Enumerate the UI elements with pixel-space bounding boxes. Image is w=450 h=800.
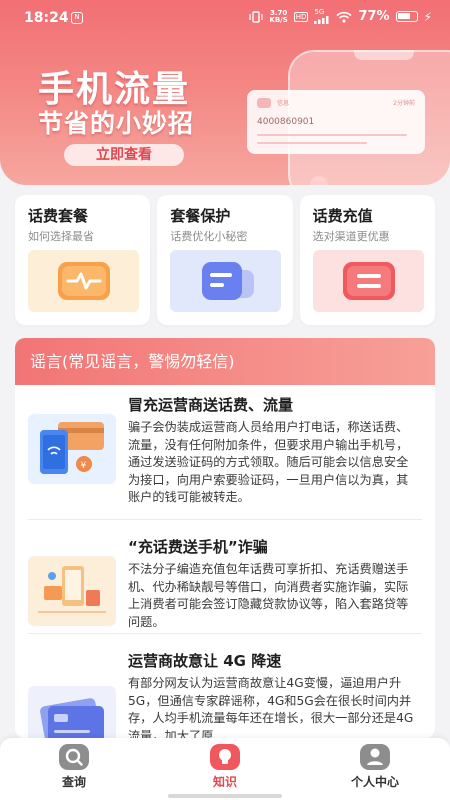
article-item[interactable]: 运营商故意让 4G 降速 有部分网友认为运营商故意让4G变慢，逼迫用户升5G，但… (28, 650, 422, 738)
card-recharge[interactable]: 话费充值 选对渠道更优惠 (299, 195, 435, 325)
vibrate-icon (249, 10, 264, 23)
tab-label: 知识 (212, 775, 237, 789)
card-subtitle: 话费优化小秘密 (170, 230, 248, 243)
card-subtitle: 选对渠道更优惠 (312, 230, 390, 243)
card-illustration (312, 250, 424, 312)
user-icon (360, 744, 390, 770)
shopping-illustration (38, 566, 106, 613)
sms-label: 信息 (277, 100, 290, 107)
speed-unit: KB/S (269, 15, 288, 24)
signal-bars-icon (314, 16, 329, 24)
status-time: 18:24 (24, 10, 69, 26)
hero-banner[interactable]: 18:24 N 3.70 KB/S HD 5G 77% ⚡ 信息 2分钟前 40… (0, 0, 450, 185)
rumor-section-header: 谣言(常见谣言，警惕勿轻信) (15, 338, 435, 385)
sms-text-line (257, 142, 367, 144)
article-body: 有部分网友认为运营商故意让4G变慢，逼迫用户升5G，但通信专家辟谣称，4G和5G… (128, 676, 414, 738)
card-title: 话费充值 (312, 207, 373, 225)
divider (28, 633, 422, 634)
article-item[interactable]: ¥ 冒充运营商送话费、流量 骗子会伪装成运营商人员给用户打电话，称送话费、流量，… (28, 394, 422, 514)
article-body: 不法分子编造充值包年话费可享折扣、充话费赠送手机、代办稀缺靓号等借口，向消费者实… (128, 562, 409, 629)
status-bar: 18:24 N 3.70 KB/S HD 5G 77% ⚡ (0, 0, 450, 36)
wifi-icon (336, 11, 352, 23)
card-list-icon (342, 262, 395, 300)
card-title: 套餐保护 (170, 207, 231, 225)
card-subtitle: 如何选择最省 (28, 230, 94, 243)
battery-icon (395, 11, 418, 22)
rumor-section: 谣言(常见谣言，警惕勿轻信) ¥ 冒充运营商送话费、流量 骗子会伪装成运营商人员… (15, 338, 435, 738)
article-thumbnail: ¥ (28, 414, 116, 484)
tab-query[interactable]: 查询 (29, 744, 119, 794)
hero-subtitle: 节省的小妙招 (38, 109, 195, 138)
status-indicators: 3.70 KB/S HD 5G 77% ⚡ (249, 9, 432, 24)
card-protect[interactable]: 套餐保护 话费优化小秘密 (157, 195, 293, 325)
category-cards: 话费套餐 如何选择最省 套餐保护 话费优化小秘密 话费充值 选对渠道更优惠 (15, 195, 435, 325)
search-icon (59, 744, 89, 770)
phone-wallet-illustration: ¥ (40, 422, 104, 474)
card-title: 话费套餐 (28, 207, 89, 225)
sms-card-illustration: 信息 2分钟前 4000860901 (247, 90, 425, 154)
sms-text-line (257, 134, 407, 136)
card-illustration (28, 250, 139, 312)
network-type: 5G (314, 8, 325, 16)
charging-icon: ⚡ (423, 9, 432, 24)
view-now-button[interactable]: 立即查看 (64, 144, 184, 166)
tab-profile[interactable]: 个人中心 (330, 744, 420, 794)
sms-time: 2分钟前 (393, 100, 415, 107)
battery-percent: 77% (358, 9, 390, 24)
card-illustration (40, 698, 104, 738)
cellular-signal-icon: 5G (314, 9, 330, 24)
article-body: 骗子会伪装成运营商人员给用户打电话，称送话费、流量，没有任何附加条件，但要求用户… (128, 420, 409, 504)
article-thumbnail (28, 556, 116, 626)
sms-number: 4000860901 (257, 117, 315, 127)
svg-text:¥: ¥ (81, 461, 87, 471)
hd-tag: HD (293, 11, 309, 22)
phone-notch (354, 50, 414, 60)
tab-label: 个人中心 (350, 775, 399, 789)
chat-card-icon (202, 262, 255, 300)
pulse-icon (58, 262, 110, 300)
notification-app-icon: N (71, 12, 83, 24)
article-title: 冒充运营商送话费、流量 (128, 396, 294, 414)
home-indicator[interactable] (168, 794, 282, 798)
card-illustration (170, 250, 282, 312)
divider (28, 519, 422, 520)
article-title: “充话费送手机”诈骗 (128, 538, 268, 556)
bottom-tab-bar: 查询 知识 个人中心 (0, 738, 450, 800)
article-item[interactable]: “充话费送手机”诈骗 不法分子编造充值包年话费可享折扣、充话费赠送手机、代办稀缺… (28, 536, 422, 629)
tab-knowledge[interactable]: 知识 (180, 744, 270, 794)
card-plan[interactable]: 话费套餐 如何选择最省 (15, 195, 151, 325)
message-icon (257, 98, 271, 108)
article-title: 运营商故意让 4G 降速 (128, 652, 282, 670)
article-thumbnail (28, 686, 116, 738)
tab-label: 查询 (61, 775, 86, 789)
bulb-icon (210, 744, 240, 770)
network-speed: 3.70 KB/S (269, 9, 288, 24)
